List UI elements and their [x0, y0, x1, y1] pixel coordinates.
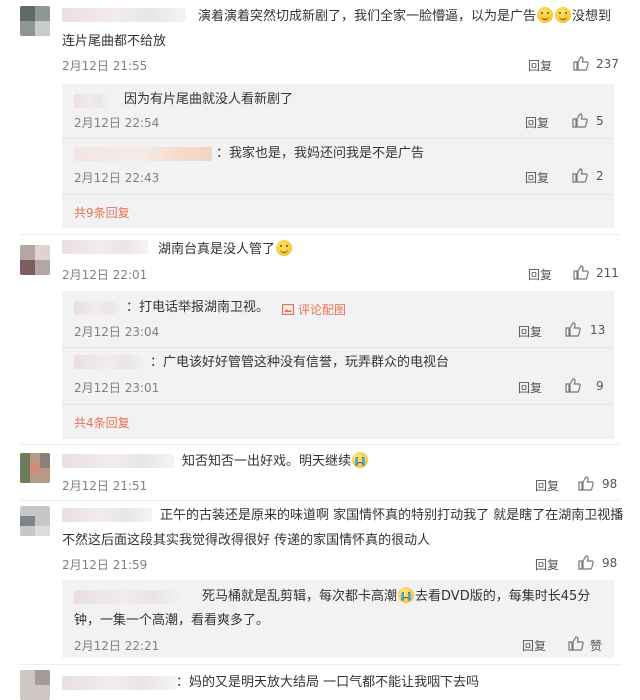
- reply-button[interactable]: 回复: [525, 114, 549, 131]
- comment-text: 正午的古装还是原来的味道啊 家国情怀真的特别打动我了 就是瞎了在湖南卫视播: [160, 508, 624, 523]
- reply-text: 因为有片尾曲就没人看新剧了: [124, 92, 294, 107]
- comment-text: 湖南台真是没人管了: [158, 239, 293, 261]
- timestamp: 2月12日 21:55: [62, 59, 148, 73]
- crying-emoji-icon: [398, 587, 415, 603]
- divider: [20, 500, 620, 501]
- thumbs-up-icon[interactable]: [578, 476, 594, 491]
- reply-text-line2: 钟，一集一个高潮，看看爽多了。: [74, 613, 270, 628]
- divider: [62, 138, 614, 139]
- reply-button[interactable]: 回复: [528, 57, 552, 74]
- like-count: 237: [596, 57, 619, 71]
- timestamp: 2月12日 22:01: [62, 268, 148, 282]
- divider: [20, 444, 620, 445]
- divider: [20, 234, 620, 235]
- like-count: 98: [602, 556, 618, 570]
- divider: [62, 404, 614, 405]
- image-icon: [282, 304, 295, 316]
- avatar[interactable]: [20, 245, 50, 275]
- reply-text: ：我家也是，我妈还问我是不是广告: [216, 146, 425, 161]
- comment-image-link[interactable]: 评论配图: [282, 301, 346, 318]
- divider: [62, 347, 614, 348]
- avatar[interactable]: [20, 506, 50, 536]
- avatar[interactable]: [20, 453, 50, 483]
- username[interactable]: [74, 355, 148, 369]
- username[interactable]: [62, 8, 186, 22]
- like-label[interactable]: 赞: [590, 637, 602, 654]
- reply-button[interactable]: 回复: [518, 323, 542, 340]
- timestamp: 2月12日 22:21: [74, 639, 160, 653]
- reply-button[interactable]: 回复: [522, 637, 546, 654]
- username[interactable]: [62, 508, 152, 522]
- thumbs-up-icon[interactable]: [573, 56, 589, 71]
- username[interactable]: [62, 676, 176, 690]
- crying-emoji-icon: [352, 452, 369, 468]
- comment-feed: 演着演着突然切成新剧了，我们全家一脸懵逼，以为是广告 没想到 连片尾曲都不给放 2…: [0, 0, 640, 700]
- like-count: 9: [596, 379, 604, 393]
- smile-emoji-icon: [276, 240, 293, 256]
- avatar[interactable]: [20, 6, 50, 36]
- like-count: 98: [602, 477, 618, 491]
- avatar[interactable]: [20, 670, 50, 700]
- like-count: 211: [596, 266, 619, 280]
- thumbs-up-icon[interactable]: [568, 636, 584, 651]
- like-count: 2: [596, 169, 604, 183]
- comment-text-line2: 连片尾曲都不给放: [62, 34, 167, 49]
- thumbs-up-icon[interactable]: [572, 168, 588, 183]
- thumbs-up-icon[interactable]: [578, 555, 594, 570]
- timestamp: 2月12日 21:51: [62, 479, 148, 493]
- reply-button[interactable]: 回复: [535, 556, 559, 573]
- reply-button[interactable]: 回复: [528, 266, 552, 283]
- username[interactable]: [62, 240, 148, 254]
- thumbs-up-icon[interactable]: [565, 378, 581, 393]
- thumbs-up-icon[interactable]: [573, 265, 589, 280]
- more-replies-link[interactable]: 共9条回复: [74, 204, 130, 221]
- username[interactable]: [62, 454, 174, 468]
- reply-text: ：广电该好好管管这种没有信誉，玩弄群众的电视台: [150, 355, 450, 370]
- reply-button[interactable]: 回复: [525, 169, 549, 186]
- thumbs-up-icon[interactable]: [572, 113, 588, 128]
- reply-button[interactable]: 回复: [518, 379, 542, 396]
- reply-text: 死马桶就是乱剪辑，每次都卡高潮 去看DVD版的，每集时长45分: [202, 587, 591, 604]
- username[interactable]: [74, 147, 212, 161]
- reply-button[interactable]: 回复: [535, 477, 559, 494]
- comment-text: 知否知否一出好戏。明天继续: [182, 451, 369, 473]
- comment-text: ：妈的又是明天放大结局 一口气都不能让我咽下去吗: [176, 675, 480, 690]
- smile-emoji-icon: [555, 7, 572, 23]
- reply-text: ：打电话举报湖南卫视。: [126, 300, 270, 315]
- divider: [62, 194, 614, 195]
- thumbs-up-icon[interactable]: [565, 322, 581, 337]
- timestamp: 2月12日 23:01: [74, 381, 160, 395]
- divider: [20, 664, 620, 665]
- comment-text-line2: 不然这后面这段其实我觉得改得很好 传递的家国情怀真的很动人: [62, 533, 431, 548]
- smile-emoji-icon: [537, 7, 554, 23]
- timestamp: 2月12日 22:43: [74, 171, 160, 185]
- comment-text: 演着演着突然切成新剧了，我们全家一脸懵逼，以为是广告 没想到: [198, 7, 612, 24]
- like-count: 13: [590, 323, 606, 337]
- more-replies-link[interactable]: 共4条回复: [74, 414, 130, 431]
- username[interactable]: [74, 301, 124, 315]
- timestamp: 2月12日 23:04: [74, 325, 160, 339]
- timestamp: 2月12日 22:54: [74, 116, 160, 130]
- username[interactable]: [74, 590, 186, 604]
- like-count: 5: [596, 114, 604, 128]
- timestamp: 2月12日 21:59: [62, 558, 148, 572]
- username[interactable]: [74, 94, 110, 108]
